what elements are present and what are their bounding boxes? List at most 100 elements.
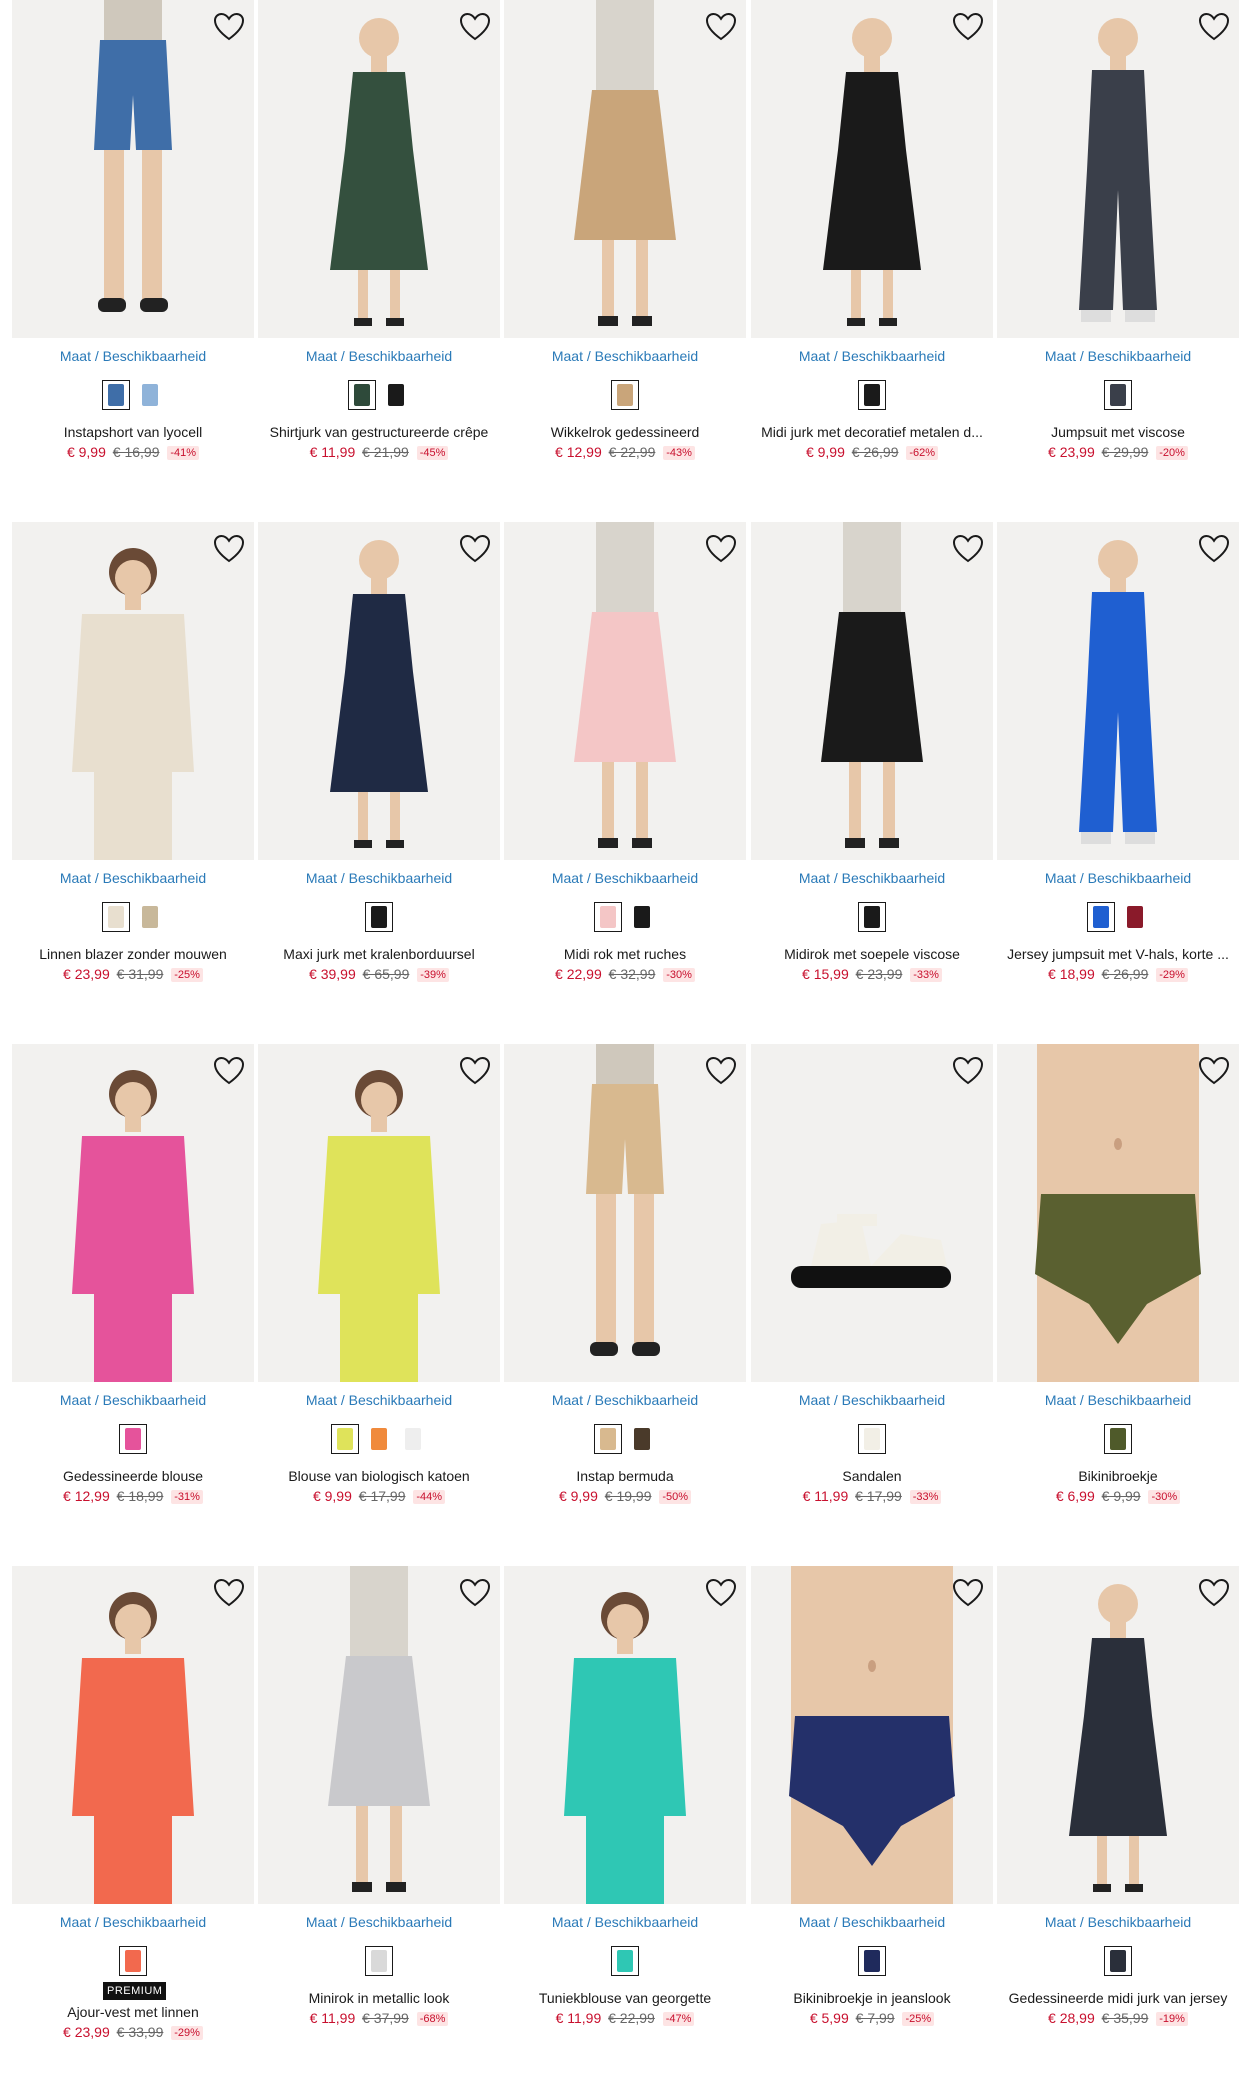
wishlist-heart-icon[interactable] (704, 1054, 738, 1088)
product-image[interactable] (751, 0, 993, 338)
size-availability-link[interactable]: Maat / Beschikbaarheid (751, 348, 993, 364)
product-card[interactable]: Maat / Beschikbaarheid Bikinibroekje in … (751, 1566, 993, 2036)
product-image[interactable] (12, 522, 254, 860)
wishlist-heart-icon[interactable] (458, 10, 492, 44)
color-swatch[interactable] (858, 1424, 886, 1454)
size-availability-link[interactable]: Maat / Beschikbaarheid (504, 1392, 746, 1408)
product-image[interactable] (258, 1566, 500, 1904)
product-image[interactable] (12, 1566, 254, 1904)
product-name[interactable]: Gedessineerde midi jurk van jersey (997, 1990, 1239, 2006)
wishlist-heart-icon[interactable] (212, 1576, 246, 1610)
wishlist-heart-icon[interactable] (704, 10, 738, 44)
color-swatch[interactable] (628, 902, 656, 932)
size-availability-link[interactable]: Maat / Beschikbaarheid (258, 1392, 500, 1408)
size-availability-link[interactable]: Maat / Beschikbaarheid (12, 348, 254, 364)
size-availability-link[interactable]: Maat / Beschikbaarheid (751, 870, 993, 886)
size-availability-link[interactable]: Maat / Beschikbaarheid (12, 1392, 254, 1408)
color-swatch[interactable] (858, 380, 886, 410)
size-availability-link[interactable]: Maat / Beschikbaarheid (997, 1914, 1239, 1930)
product-image[interactable] (997, 1044, 1239, 1382)
color-swatch[interactable] (119, 1424, 147, 1454)
wishlist-heart-icon[interactable] (458, 1054, 492, 1088)
product-card[interactable]: Maat / Beschikbaarheid Wikkelrok gedessi… (504, 0, 746, 470)
color-swatch[interactable] (365, 902, 393, 932)
product-image[interactable] (504, 1566, 746, 1904)
product-card[interactable]: Maat / Beschikbaarheid Blouse van biolog… (258, 1044, 500, 1514)
product-name[interactable]: Bikinibroekje in jeanslook (751, 1990, 993, 2006)
wishlist-heart-icon[interactable] (458, 532, 492, 566)
wishlist-heart-icon[interactable] (1197, 10, 1231, 44)
size-availability-link[interactable]: Maat / Beschikbaarheid (12, 870, 254, 886)
color-swatch[interactable] (858, 1946, 886, 1976)
product-image[interactable] (997, 0, 1239, 338)
wishlist-heart-icon[interactable] (951, 1576, 985, 1610)
product-name[interactable]: Linnen blazer zonder mouwen (12, 946, 254, 962)
color-swatch[interactable] (365, 1424, 393, 1454)
product-image[interactable] (751, 522, 993, 860)
wishlist-heart-icon[interactable] (1197, 532, 1231, 566)
product-card[interactable]: Maat / Beschikbaarheid PREMIUM Ajour-ves… (12, 1566, 254, 2040)
product-card[interactable]: Maat / Beschikbaarheid Midi jurk met dec… (751, 0, 993, 470)
product-name[interactable]: Jersey jumpsuit met V-hals, korte ... (997, 946, 1239, 962)
wishlist-heart-icon[interactable] (212, 10, 246, 44)
color-swatch[interactable] (628, 1424, 656, 1454)
color-swatch[interactable] (348, 380, 376, 410)
size-availability-link[interactable]: Maat / Beschikbaarheid (12, 1914, 254, 1930)
product-name[interactable]: Sandalen (751, 1468, 993, 1484)
color-swatch[interactable] (611, 1946, 639, 1976)
size-availability-link[interactable]: Maat / Beschikbaarheid (258, 870, 500, 886)
size-availability-link[interactable]: Maat / Beschikbaarheid (997, 348, 1239, 364)
color-swatch[interactable] (136, 380, 164, 410)
size-availability-link[interactable]: Maat / Beschikbaarheid (504, 870, 746, 886)
product-card[interactable]: Maat / Beschikbaarheid Minirok in metall… (258, 1566, 500, 2036)
product-card[interactable]: Maat / Beschikbaarheid Shirtjurk van ges… (258, 0, 500, 470)
product-name[interactable]: Midirok met soepele viscose (751, 946, 993, 962)
wishlist-heart-icon[interactable] (212, 1054, 246, 1088)
color-swatch[interactable] (1104, 1946, 1132, 1976)
color-swatch[interactable] (102, 902, 130, 932)
wishlist-heart-icon[interactable] (704, 1576, 738, 1610)
size-availability-link[interactable]: Maat / Beschikbaarheid (751, 1914, 993, 1930)
product-name[interactable]: Midi rok met ruches (504, 946, 746, 962)
product-card[interactable]: Maat / Beschikbaarheid Gedessineerde blo… (12, 1044, 254, 1514)
wishlist-heart-icon[interactable] (704, 532, 738, 566)
product-card[interactable]: Maat / Beschikbaarheid Jumpsuit met visc… (997, 0, 1239, 470)
product-image[interactable] (751, 1044, 993, 1382)
product-card[interactable]: Maat / Beschikbaarheid Instap bermuda € … (504, 1044, 746, 1514)
product-image[interactable] (258, 0, 500, 338)
size-availability-link[interactable]: Maat / Beschikbaarheid (997, 870, 1239, 886)
color-swatch[interactable] (102, 380, 130, 410)
product-card[interactable]: Maat / Beschikbaarheid Tuniekblouse van … (504, 1566, 746, 2036)
product-name[interactable]: Tuniekblouse van georgette (504, 1990, 746, 2006)
product-name[interactable]: Ajour-vest met linnen (12, 2004, 254, 2020)
size-availability-link[interactable]: Maat / Beschikbaarheid (997, 1392, 1239, 1408)
wishlist-heart-icon[interactable] (458, 1576, 492, 1610)
wishlist-heart-icon[interactable] (1197, 1576, 1231, 1610)
color-swatch[interactable] (136, 902, 164, 932)
product-card[interactable]: Maat / Beschikbaarheid Jersey jumpsuit m… (997, 522, 1239, 992)
size-availability-link[interactable]: Maat / Beschikbaarheid (751, 1392, 993, 1408)
product-card[interactable]: Maat / Beschikbaarheid Maxi jurk met kra… (258, 522, 500, 992)
product-image[interactable] (12, 0, 254, 338)
color-swatch[interactable] (119, 1946, 147, 1976)
color-swatch[interactable] (365, 1946, 393, 1976)
wishlist-heart-icon[interactable] (212, 532, 246, 566)
wishlist-heart-icon[interactable] (951, 1054, 985, 1088)
product-image[interactable] (997, 1566, 1239, 1904)
wishlist-heart-icon[interactable] (1197, 1054, 1231, 1088)
product-image[interactable] (258, 1044, 500, 1382)
product-image[interactable] (751, 1566, 993, 1904)
product-card[interactable]: Maat / Beschikbaarheid Linnen blazer zon… (12, 522, 254, 992)
product-image[interactable] (504, 1044, 746, 1382)
product-name[interactable]: Shirtjurk van gestructureerde crêpe (258, 424, 500, 440)
color-swatch[interactable] (1121, 902, 1149, 932)
product-card[interactable]: Maat / Beschikbaarheid Sandalen € 11,99 … (751, 1044, 993, 1514)
color-swatch[interactable] (594, 902, 622, 932)
product-name[interactable]: Wikkelrok gedessineerd (504, 424, 746, 440)
product-card[interactable]: Maat / Beschikbaarheid Midirok met soepe… (751, 522, 993, 992)
size-availability-link[interactable]: Maat / Beschikbaarheid (258, 348, 500, 364)
product-image[interactable] (258, 522, 500, 860)
color-swatch[interactable] (611, 380, 639, 410)
wishlist-heart-icon[interactable] (951, 532, 985, 566)
size-availability-link[interactable]: Maat / Beschikbaarheid (258, 1914, 500, 1930)
